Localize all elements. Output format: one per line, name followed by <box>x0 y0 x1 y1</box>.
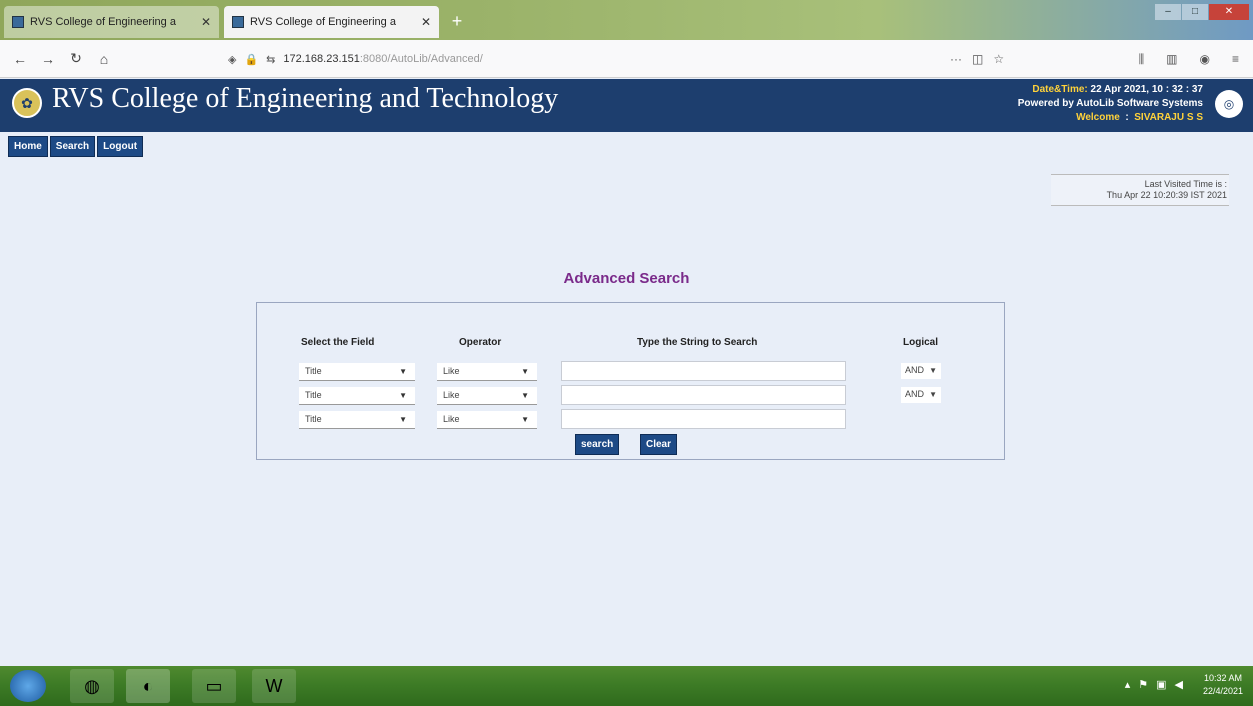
address-bar[interactable]: ◈ 🔒 ⇆ 172.168.23.151:8080/AutoLib/Advanc… <box>228 45 1008 73</box>
datetime-value: 22 Apr 2021, 10 : 32 : 37 <box>1090 84 1203 95</box>
search-submit-button[interactable]: search <box>575 434 620 455</box>
taskbar-clock[interactable]: 10:32 AM 22/4/2021 <box>1203 672 1243 698</box>
shield-icon: ◈ <box>228 53 237 66</box>
back-icon[interactable]: ← <box>12 51 28 67</box>
dropdown-arrow-icon: ▼ <box>929 366 937 375</box>
field-select-3[interactable]: Title ▼ <box>299 411 415 429</box>
sidebar-icon[interactable]: ▥ <box>1166 52 1177 67</box>
search-string-input-2[interactable] <box>561 385 846 405</box>
field-select-2[interactable]: Title ▼ <box>299 387 415 405</box>
site-favicon-icon <box>232 16 244 28</box>
dropdown-arrow-icon: ▼ <box>399 415 407 424</box>
site-header: ✿ RVS College of Engineering and Technol… <box>0 79 1253 132</box>
system-tray: ▴ ⚑ ▣ ◀ <box>1125 678 1183 691</box>
file-explorer-icon[interactable]: ▭ <box>192 669 236 703</box>
logical-select-2[interactable]: AND ▼ <box>901 387 941 403</box>
window-controls: – □ ✕ <box>1154 4 1249 20</box>
browser-tab-1[interactable]: RVS College of Engineering a ✕ <box>4 6 219 38</box>
search-string-input-1[interactable] <box>561 361 846 381</box>
url-text: 172.168.23.151:8080/AutoLib/Advanced/ <box>283 53 483 65</box>
operator-select-1[interactable]: Like ▼ <box>437 363 537 381</box>
field-column-header: Select the Field <box>301 337 375 348</box>
volume-icon[interactable]: ◀ <box>1175 678 1183 691</box>
dropdown-arrow-icon: ▼ <box>521 415 529 424</box>
pocket-icon[interactable]: ◫ <box>972 52 983 66</box>
dropdown-arrow-icon: ▼ <box>399 367 407 376</box>
advanced-search-form: Select the Field Operator Type the Strin… <box>256 302 1005 460</box>
logout-button[interactable]: Logout <box>97 136 144 157</box>
windows-taskbar: ◍ ◐ ▭ W ▴ ⚑ ▣ ◀ 10:32 AM 22/4/2021 <box>0 666 1253 706</box>
toolbar-right: ⫼ ▥ ◉ ≡ <box>1139 52 1239 67</box>
menu-icon[interactable]: ≡ <box>1232 52 1239 67</box>
home-button[interactable]: Home <box>8 136 48 157</box>
powered-by: Powered by AutoLib Software Systems <box>1017 98 1203 109</box>
minimize-icon[interactable]: – <box>1155 4 1181 20</box>
bookmark-star-icon[interactable]: ☆ <box>993 52 1004 66</box>
reload-icon[interactable]: ↻ <box>68 50 84 67</box>
new-tab-icon[interactable]: + <box>446 10 468 32</box>
search-button[interactable]: Search <box>49 136 96 157</box>
field-select-1[interactable]: Title ▼ <box>299 363 415 381</box>
college-logo-icon: ✿ <box>12 88 42 118</box>
dropdown-arrow-icon: ▼ <box>521 367 529 376</box>
close-tab-icon[interactable]: ✕ <box>421 15 431 29</box>
forward-icon[interactable]: → <box>40 51 56 67</box>
start-button-icon[interactable] <box>10 670 46 702</box>
string-column-header: Type the String to Search <box>637 337 758 348</box>
last-visited-label: Last Visited Time is : <box>1144 179 1227 189</box>
main-menu: Home Search Logout <box>8 136 144 157</box>
operator-select-2[interactable]: Like ▼ <box>437 387 537 405</box>
account-icon[interactable]: ◉ <box>1200 52 1210 67</box>
maximize-icon[interactable]: □ <box>1182 4 1208 20</box>
autolib-logo-icon: ◎ <box>1215 90 1243 118</box>
permissions-icon: ⇆ <box>266 53 276 66</box>
show-hidden-icons-icon[interactable]: ▴ <box>1125 678 1131 691</box>
browser-tab-2[interactable]: RVS College of Engineering a ✕ <box>224 6 439 38</box>
chrome-icon[interactable]: ◍ <box>70 669 114 703</box>
browser-tab-bar: RVS College of Engineering a ✕ RVS Colle… <box>0 0 1253 40</box>
tab-title: RVS College of Engineering a <box>30 16 176 28</box>
logical-select-1[interactable]: AND ▼ <box>901 363 941 379</box>
college-name: RVS College of Engineering and Technolog… <box>52 83 559 114</box>
last-visited-box: Last Visited Time is : Thu Apr 22 10:20:… <box>1051 174 1229 206</box>
clear-button[interactable]: Clear <box>640 434 678 455</box>
page-title: Advanced Search <box>563 270 690 287</box>
welcome-label: Welcome <box>1076 112 1120 123</box>
operator-select-3[interactable]: Like ▼ <box>437 411 537 429</box>
last-visited-value: Thu Apr 22 10:20:39 IST 2021 <box>1106 190 1227 200</box>
datetime-label: Date&Time: <box>1032 84 1088 95</box>
dropdown-arrow-icon: ▼ <box>521 391 529 400</box>
tab-title: RVS College of Engineering a <box>250 16 396 28</box>
action-center-flag-icon[interactable]: ⚑ <box>1138 678 1148 691</box>
library-icon[interactable]: ⫼ <box>1139 52 1145 67</box>
close-tab-icon[interactable]: ✕ <box>201 15 211 29</box>
more-icon[interactable]: ··· <box>950 52 962 66</box>
firefox-icon[interactable]: ◐ <box>126 669 170 703</box>
header-info: Date&Time: 22 Apr 2021, 10 : 32 : 37 Pow… <box>1017 84 1203 123</box>
welcome-user: SIVARAJU S S <box>1134 112 1203 123</box>
insecure-lock-icon: 🔒 <box>244 53 259 66</box>
close-window-icon[interactable]: ✕ <box>1209 4 1249 20</box>
operator-column-header: Operator <box>459 337 502 348</box>
search-string-input-3[interactable] <box>561 409 846 429</box>
page-actions: ··· ◫ ☆ <box>950 52 1004 66</box>
word-icon[interactable]: W <box>252 669 296 703</box>
logical-column-header: Logical <box>903 337 939 348</box>
home-icon[interactable]: ⌂ <box>96 51 112 67</box>
dropdown-arrow-icon: ▼ <box>399 391 407 400</box>
network-icon[interactable]: ▣ <box>1156 678 1166 691</box>
site-favicon-icon <box>12 16 24 28</box>
browser-nav-bar: ← → ↻ ⌂ ◈ 🔒 ⇆ 172.168.23.151:8080/AutoLi… <box>0 40 1253 78</box>
dropdown-arrow-icon: ▼ <box>929 390 937 399</box>
